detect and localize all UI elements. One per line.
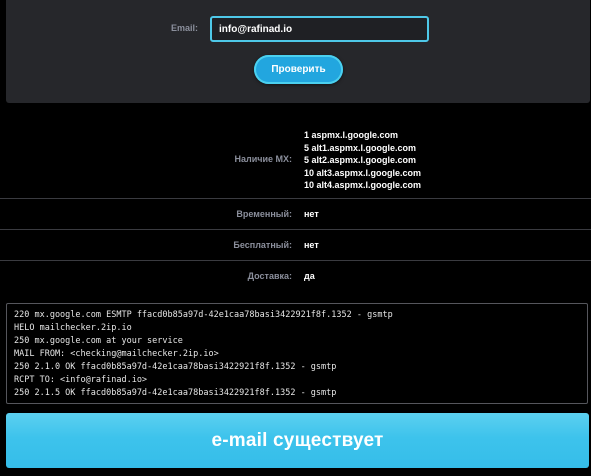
temporary-value: нет <box>304 209 319 219</box>
free-label: Бесплатный: <box>233 240 292 250</box>
result-row-delivery: Доставка: да <box>0 261 591 291</box>
mx-records: 1 aspmx.l.google.com 5 alt1.aspmx.l.goog… <box>304 129 421 192</box>
email-input[interactable] <box>210 16 429 42</box>
result-row-mx: Наличие MX: 1 aspmx.l.google.com 5 alt1.… <box>0 118 591 199</box>
result-row-free: Бесплатный: нет <box>0 230 591 261</box>
mx-record: 10 alt4.aspmx.l.google.com <box>304 180 422 191</box>
mx-record: 5 alt1.aspmx.l.google.com <box>304 142 417 153</box>
delivery-label: Доставка: <box>247 271 292 281</box>
log-line: 250 mx.google.com at your service <box>14 336 183 346</box>
log-line: RCPT TO: <info@rafinad.io> <box>14 375 148 385</box>
mx-record: 10 alt3.aspmx.l.google.com <box>304 167 422 178</box>
result-row-temporary: Временный: нет <box>0 199 591 230</box>
temporary-label: Временный: <box>236 209 292 219</box>
results-table: Наличие MX: 1 aspmx.l.google.com 5 alt1.… <box>0 118 591 291</box>
page: Email: Проверить Наличие MX: 1 aspmx.l.g… <box>0 0 591 476</box>
check-button[interactable]: Проверить <box>254 55 343 84</box>
delivery-value: да <box>304 271 315 281</box>
log-line: 250 2.1.5 OK ffacd0b85a97d-42e1caa78basi… <box>14 388 337 398</box>
log-line: MAIL FROM: <checking@mailchecker.2ip.io> <box>14 349 219 359</box>
result-banner: e-mail существует <box>6 413 589 468</box>
mx-record: 1 aspmx.l.google.com <box>304 130 399 140</box>
log-line: HELO mailchecker.2ip.io <box>14 323 132 333</box>
email-label: Email: <box>170 23 198 33</box>
smtp-log[interactable]: 220 mx.google.com ESMTP ffacd0b85a97d-42… <box>6 303 588 404</box>
mx-label: Наличие MX: <box>234 154 292 164</box>
mx-record: 5 alt2.aspmx.l.google.com <box>304 155 417 166</box>
free-value: нет <box>304 240 319 250</box>
log-line: 250 2.1.0 OK ffacd0b85a97d-42e1caa78basi… <box>14 362 337 372</box>
email-check-form: Email: Проверить <box>6 0 590 103</box>
log-line: 220 mx.google.com ESMTP ffacd0b85a97d-42… <box>14 310 393 320</box>
